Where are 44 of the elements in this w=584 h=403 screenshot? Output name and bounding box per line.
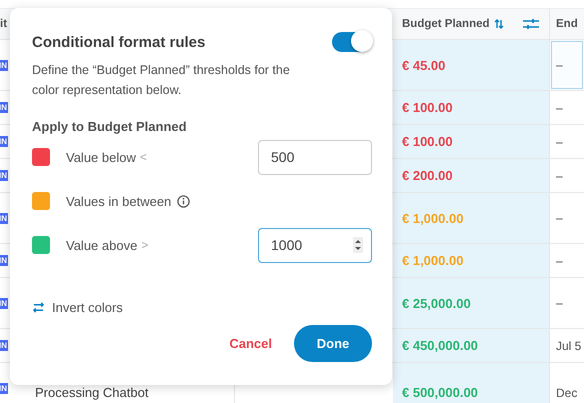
dialog-title: Conditional format rules	[32, 34, 206, 50]
budget-value: € 45.00	[402, 58, 446, 72]
table-cell[interactable]: –	[550, 244, 584, 277]
rule-label: Value below	[66, 150, 136, 164]
budget-value: € 1,000.00	[402, 253, 464, 268]
budget-value: € 200.00	[402, 168, 453, 183]
table-cell[interactable]: –	[550, 159, 584, 192]
description: Define the “Budget Planned” thresholds for the color representation below.	[32, 62, 291, 99]
color-swatch[interactable]	[32, 148, 50, 166]
budget-value: € 100.00	[402, 134, 453, 149]
budget-value: € 500,000.00	[402, 385, 478, 400]
budget-value: € 450,000.00	[402, 338, 478, 353]
budget-value: € 1,000.00	[402, 210, 464, 226]
rule-label: Values in between	[66, 194, 172, 208]
info-icon[interactable]	[177, 194, 190, 208]
column-header[interactable]: Budget Planned	[402, 18, 490, 30]
toggle-switch[interactable]	[332, 32, 372, 52]
spinner-icon[interactable]	[353, 237, 363, 253]
operator-symbol: <	[140, 150, 147, 164]
table-cell[interactable]: Dec	[550, 363, 584, 403]
color-swatch[interactable]	[32, 192, 50, 210]
column-header: it	[0, 18, 8, 30]
task-name: Processing Chatbot	[35, 385, 148, 400]
budget-value: € 100.00	[402, 100, 453, 115]
section-heading: Apply to Budget Planned	[32, 119, 188, 134]
table-cell[interactable]: –	[550, 278, 584, 328]
color-swatch[interactable]	[32, 236, 50, 254]
sort-icon[interactable]	[494, 19, 504, 29]
table-cell[interactable]: –	[550, 91, 584, 124]
operator-symbol: >	[141, 238, 148, 252]
invert-colors-button[interactable]: Invert colors	[52, 300, 123, 315]
rule-label: Value above	[66, 238, 138, 252]
done-button[interactable]: Done	[294, 325, 372, 362]
cancel-button[interactable]: Cancel	[229, 336, 272, 351]
table-cell[interactable]: –	[550, 40, 584, 90]
number-field[interactable]: 1000	[258, 228, 372, 262]
filter-icon[interactable]	[523, 18, 539, 30]
table-cell[interactable]: –	[550, 193, 584, 243]
budget-value: € 25,000.00	[402, 296, 471, 310]
swap-icon[interactable]	[33, 302, 44, 313]
table-cell[interactable]: –	[550, 125, 584, 158]
table-cell[interactable]: Jul 5	[550, 329, 584, 362]
column-header: End	[556, 18, 578, 30]
number-field[interactable]: 500	[258, 140, 372, 174]
